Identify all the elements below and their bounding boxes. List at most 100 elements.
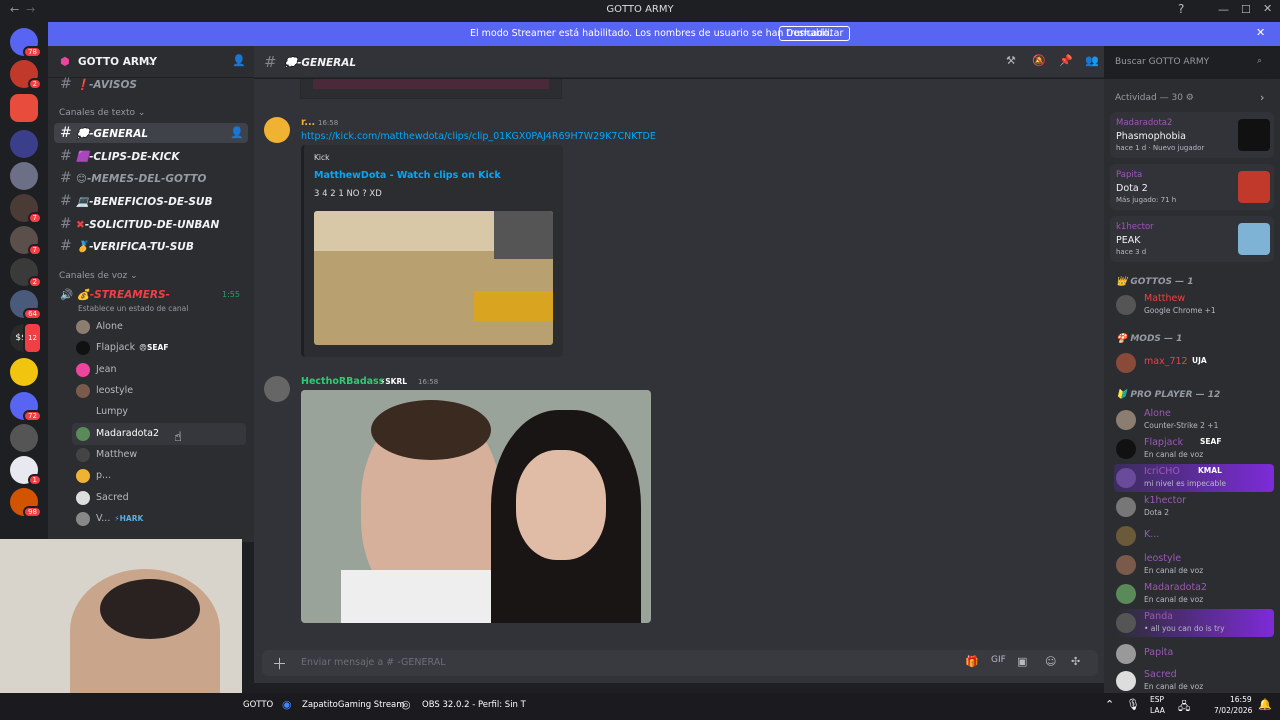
direct-messages-icon[interactable]: 78: [10, 28, 42, 58]
obs-icon: ◎: [401, 698, 411, 711]
activity-header: Actividad — 30 ⚙: [1115, 93, 1194, 103]
member-item[interactable]: Madaradota2 En canal de voz: [1114, 580, 1274, 608]
server-icon[interactable]: 7: [10, 194, 42, 224]
emoji-icon[interactable]: ☺: [1045, 655, 1056, 668]
voice-user[interactable]: Jean: [76, 361, 117, 379]
apps-icon[interactable]: ✣: [1071, 655, 1080, 668]
channel-memes[interactable]: # 😊-MEMES-DEL-GOTTO: [60, 170, 206, 186]
taskbar-item[interactable]: OBS 32.0.2 - Perfil: Sin T: [422, 700, 526, 710]
server-icon[interactable]: 7: [10, 226, 42, 256]
notification-icon[interactable]: 🔔: [1258, 698, 1272, 711]
member-item[interactable]: Matthew Google Chrome +1: [1114, 291, 1274, 319]
member-item[interactable]: Flapjack SEAF En canal de voz: [1114, 435, 1274, 463]
search-input[interactable]: Buscar GOTTO ARMY ⌕: [1110, 53, 1272, 73]
mute-icon[interactable]: 🔕: [1032, 54, 1046, 67]
threads-icon[interactable]: ⚒: [1006, 54, 1016, 67]
server-header[interactable]: ⬢ GOTTO ARMY ⌄ 👤: [48, 46, 254, 78]
title-bar: ← → GOTTO ARMY — ☐ ✕ ?: [0, 0, 1280, 21]
avatar[interactable]: [264, 376, 290, 402]
member-item[interactable]: K...: [1114, 522, 1274, 550]
sticker-icon[interactable]: ▣: [1017, 655, 1027, 668]
chat-channel-name: 💭-GENERAL: [284, 57, 357, 69]
activity-card[interactable]: Papita Dota 2 Más jugado: 71 h: [1110, 164, 1274, 210]
member-item[interactable]: Panda • all you can do is try: [1114, 609, 1274, 637]
channel-general[interactable]: # 💭-GENERAL: [60, 125, 148, 141]
voice-user[interactable]: Matthew: [76, 446, 137, 464]
message-author[interactable]: r...: [301, 117, 315, 128]
voice-user[interactable]: V... ⚡HARK: [76, 510, 143, 528]
server-icon[interactable]: [10, 424, 38, 452]
server-icon[interactable]: [10, 130, 38, 158]
member-item[interactable]: leostyle En canal de voz: [1114, 551, 1274, 579]
invite-icon[interactable]: 👤: [230, 126, 244, 139]
channel-unban[interactable]: # ✖-SOLICITUD-DE-UNBAN: [60, 216, 219, 232]
clip-link[interactable]: https://kick.com/matthewdota/clips/clip_…: [301, 131, 656, 142]
text-category[interactable]: Canales de texto ⌄: [59, 108, 145, 118]
chevron-right-icon[interactable]: ›: [1260, 91, 1264, 104]
voice-user[interactable]: Flapjack 😠SEAF: [76, 339, 168, 357]
server-icon[interactable]: [10, 162, 38, 190]
member-item[interactable]: Sacred En canal de voz: [1114, 667, 1274, 695]
taskbar-item[interactable]: ZapatitoGaming Stream: [302, 700, 405, 710]
add-attachment-icon[interactable]: ＋: [272, 653, 287, 674]
member-item[interactable]: k1hector Dota 2: [1114, 493, 1274, 521]
network-icon[interactable]: 🖧: [1178, 698, 1190, 717]
member-item[interactable]: IcriCHO KMAL mi nivel es impecable: [1114, 464, 1274, 492]
channel-sidebar: ⬢ GOTTO ARMY ⌄ 👤 # ❗-AVISOS Canales de te…: [48, 46, 254, 542]
voice-user[interactable]: Madaradota2: [76, 425, 159, 443]
channel-avisos[interactable]: # ❗-AVISOS: [60, 76, 137, 92]
photo-attachment[interactable]: [301, 390, 651, 623]
server-icon-active[interactable]: [10, 94, 38, 122]
mic-icon[interactable]: 🎙: [1126, 698, 1140, 711]
channel-beneficios[interactable]: # 💻-BENEFICIOS-DE-SUB: [60, 193, 212, 209]
disable-streamer-button[interactable]: Deshabilitar: [779, 26, 851, 41]
server-icon[interactable]: $$$12: [10, 322, 42, 354]
voice-user[interactable]: Sacred: [76, 489, 129, 507]
banner-text: El modo Streamer está habilitado. Los no…: [470, 28, 832, 39]
message-input[interactable]: ＋ Enviar mensaje a # -GENERAL 🎁 GIF ▣ ☺ …: [262, 650, 1098, 676]
close-icon[interactable]: ✕: [1263, 2, 1272, 15]
server-icon[interactable]: 98: [10, 488, 42, 518]
help-icon[interactable]: ?: [1178, 2, 1184, 16]
server-icon[interactable]: 2: [10, 60, 42, 90]
server-icon[interactable]: [10, 358, 38, 386]
member-item[interactable]: Alone Counter-Strike 2 +1: [1114, 406, 1274, 434]
minimize-icon[interactable]: —: [1218, 3, 1229, 16]
channel-verifica[interactable]: # 🥇-VERIFICA-TU-SUB: [60, 238, 194, 254]
streamer-mode-banner: El modo Streamer está habilitado. Los no…: [48, 22, 1280, 46]
embed-thumbnail[interactable]: [314, 211, 553, 345]
hash-icon: #: [264, 53, 277, 71]
voice-category[interactable]: Canales de voz ⌄: [59, 271, 138, 281]
server-icon[interactable]: 64: [10, 290, 42, 320]
language-indicator[interactable]: LAA: [1150, 706, 1165, 715]
activity-card[interactable]: Madaradota2 Phasmophobia hace 1 d · Nuev…: [1110, 112, 1274, 158]
voice-user[interactable]: Alone: [76, 318, 123, 336]
member-item[interactable]: max_712 UJA: [1114, 349, 1274, 377]
taskbar-item[interactable]: GOTTO: [243, 700, 273, 710]
member-item[interactable]: Papita: [1114, 640, 1274, 668]
voice-user[interactable]: leostyle: [76, 382, 133, 400]
server-icon[interactable]: 72: [10, 392, 42, 422]
voice-user[interactable]: Lumpy: [76, 403, 128, 421]
embed-title[interactable]: MatthewDota - Watch clips on Kick: [314, 170, 501, 181]
maximize-icon[interactable]: ☐: [1241, 3, 1251, 16]
invite-icon[interactable]: 👤: [232, 54, 246, 67]
activity-card[interactable]: k1hector PEAK hace 3 d: [1110, 216, 1274, 262]
voice-user[interactable]: p...: [76, 467, 111, 485]
server-icon[interactable]: 2: [10, 258, 42, 288]
channel-status[interactable]: Establece un estado de canal: [78, 304, 188, 313]
tray-chevron-icon[interactable]: ⌃: [1105, 698, 1114, 711]
avatar[interactable]: [264, 117, 290, 143]
message-author[interactable]: HecthoRBadass: [301, 376, 384, 387]
gift-icon[interactable]: 🎁: [965, 655, 979, 668]
language-indicator[interactable]: ESP: [1150, 695, 1164, 704]
clock-date[interactable]: 7/02/2026: [1214, 706, 1252, 715]
server-icon[interactable]: 1: [10, 456, 42, 486]
pin-icon[interactable]: 📌: [1059, 54, 1073, 67]
channel-clips[interactable]: # 🟪-CLIPS-DE-KICK: [60, 148, 180, 164]
close-banner-icon[interactable]: ✕: [1256, 26, 1265, 39]
clock-time[interactable]: 16:59: [1230, 695, 1252, 704]
gif-icon[interactable]: GIF: [991, 655, 1006, 665]
members-icon[interactable]: 👥: [1085, 54, 1099, 67]
voice-channel-streamers[interactable]: 🔊 💰-STREAMERS-: [60, 288, 170, 301]
